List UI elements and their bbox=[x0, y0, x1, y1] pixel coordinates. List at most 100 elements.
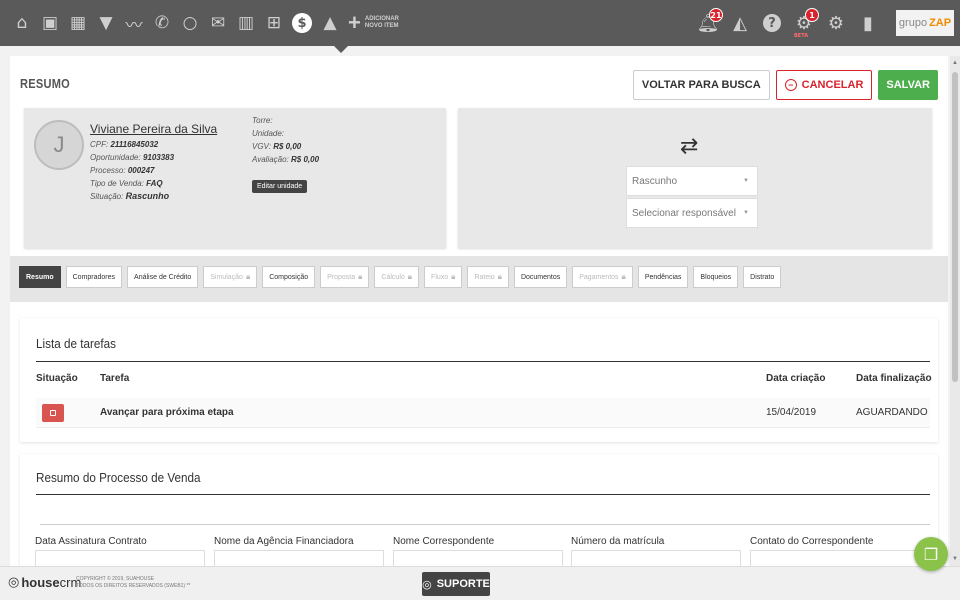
tab-calculo: Cálculo 🔒︎ bbox=[374, 266, 420, 288]
logo-text-1: grupo bbox=[898, 17, 928, 29]
vgv-value: R$ 0,00 bbox=[273, 142, 302, 151]
scroll-up-icon[interactable]: ▲ bbox=[952, 60, 958, 66]
tab-distrato[interactable]: Distrato bbox=[743, 266, 782, 288]
edit-unit-button[interactable]: Editar unidade bbox=[252, 180, 308, 193]
tab-label: Análise de Crédito bbox=[134, 273, 192, 281]
user-avatar-icon[interactable]: ▮ bbox=[855, 10, 881, 36]
tab-label: Fluxo bbox=[431, 273, 449, 281]
gear-icon[interactable]: ⚙ bbox=[823, 10, 849, 36]
top-navbar: ⌂ ▣ ▦ ▼ 〰 ✆ ○ ✉ ▥ ⊞ $ ▲ + ADICIONAR NOVO… bbox=[0, 0, 960, 46]
opportunity-label: Oportunidade: bbox=[90, 153, 141, 162]
chat-widget-button[interactable]: ❐ bbox=[914, 537, 948, 571]
tab-bloqueios[interactable]: Bloqueios bbox=[693, 266, 739, 288]
tab-rateio: Rateio 🔒︎ bbox=[467, 266, 509, 288]
cpf-label: CPF: bbox=[90, 140, 109, 149]
megaphone-icon[interactable]: ◭ bbox=[727, 10, 753, 36]
registration-number-field[interactable] bbox=[571, 550, 741, 566]
evaluation-label: Avaliação: bbox=[252, 155, 289, 164]
chat-bubble-icon: ❐ bbox=[923, 544, 939, 564]
mail-icon[interactable]: ✉ bbox=[206, 11, 230, 35]
unit-info: Torre: Unidade: VGV: R$ 0,00 Avaliação: … bbox=[252, 114, 319, 166]
correspondent-name-field[interactable] bbox=[393, 550, 563, 566]
task-finished-status: AGUARDANDO bbox=[856, 407, 928, 418]
tab-simulacao: Simulação 🔒︎ bbox=[203, 266, 258, 288]
avatar: J bbox=[34, 120, 84, 170]
tab-label: Composição bbox=[269, 273, 309, 281]
building-icon[interactable]: ▥ bbox=[234, 11, 258, 35]
footer: ◎ house crm COPYRIGHT © 2019, SUAHOUSE TOD… bbox=[0, 566, 960, 600]
responsible-placeholder: Selecionar responsável bbox=[632, 207, 736, 219]
vgv-label: VGV: bbox=[252, 142, 271, 151]
scroll-down-icon[interactable]: ▼ bbox=[952, 556, 958, 562]
tab-analise-de-credito[interactable]: Análise de Crédito bbox=[127, 266, 199, 288]
evaluation-value: R$ 0,00 bbox=[291, 155, 320, 164]
tab-composicao[interactable]: Composição bbox=[262, 266, 316, 288]
action-buttons: VOLTAR PARA BUSCA − CANCELAR SALVAR bbox=[632, 70, 938, 100]
notifications-bell-icon[interactable]: 🔔︎ 21 bbox=[695, 8, 723, 36]
minus-circle-icon: − bbox=[784, 79, 797, 91]
id-card-icon[interactable]: ▣ bbox=[38, 11, 62, 35]
task-created-date: 15/04/2019 bbox=[766, 407, 817, 418]
grid-icon[interactable]: ⊞ bbox=[262, 11, 286, 35]
save-button[interactable]: SALVAR bbox=[878, 70, 938, 100]
tab-label: Documentos bbox=[520, 273, 561, 281]
correspondent-contact-field[interactable] bbox=[750, 550, 920, 566]
page-title: RESUMO bbox=[20, 76, 71, 91]
dollar-icon[interactable]: $ bbox=[290, 11, 314, 35]
cancel-button[interactable]: − CANCELAR bbox=[775, 70, 873, 100]
task-status-button[interactable] bbox=[42, 404, 64, 422]
brand-logo: grupo ZAP bbox=[896, 10, 954, 36]
tab-label: Distrato bbox=[750, 273, 775, 281]
back-to-search-button[interactable]: VOLTAR PARA BUSCA bbox=[632, 70, 770, 100]
tab-resumo[interactable]: Resumo bbox=[19, 266, 61, 288]
divider bbox=[36, 361, 930, 362]
beta-settings-icon[interactable]: ⚙ 1 BETA bbox=[791, 8, 819, 39]
tab-label: Pendências bbox=[644, 273, 682, 281]
chart-icon[interactable]: 〰 bbox=[122, 11, 146, 36]
notifications-badge: 21 bbox=[709, 8, 723, 22]
divider bbox=[36, 494, 930, 495]
task-list-panel: Lista de tarefas Situação Tarefa Data cr… bbox=[20, 318, 938, 442]
chat-icon[interactable]: ○ bbox=[178, 11, 202, 35]
vertical-scrollbar[interactable]: ▲ ▼ bbox=[950, 56, 960, 566]
support-label: SUPORTE bbox=[436, 578, 490, 590]
agency-name-field[interactable] bbox=[214, 550, 384, 566]
cancel-label: CANCELAR bbox=[801, 79, 864, 91]
add-new-item-button[interactable]: + ADICIONAR NOVO ITEM bbox=[348, 10, 399, 36]
support-button[interactable]: ◎ SUPORTE bbox=[422, 572, 490, 596]
correspondent-name-label: Nome Correspondente bbox=[393, 536, 495, 547]
client-name-link[interactable]: Viviane Pereira da Silva bbox=[90, 122, 217, 136]
responsible-select[interactable]: Selecionar responsável ▼ bbox=[626, 198, 758, 228]
client-card: J Viviane Pereira da Silva CPF: 21116845… bbox=[24, 108, 446, 248]
tab-label: Simulação bbox=[210, 273, 243, 281]
logo-text-2: ZAP bbox=[929, 17, 952, 29]
task-list-title: Lista de tarefas bbox=[36, 336, 117, 351]
housecrm-logo: ◎ house crm bbox=[8, 575, 81, 590]
tab-label: Bloqueios bbox=[700, 273, 732, 281]
calendar-icon[interactable]: ▦ bbox=[66, 11, 90, 35]
unit-label: Unidade: bbox=[252, 129, 285, 138]
swap-arrows-icon: ⇄ bbox=[680, 134, 699, 159]
tab-pendencias[interactable]: Pendências bbox=[637, 266, 689, 288]
divider bbox=[40, 524, 930, 525]
col-status-header: Situação bbox=[36, 373, 78, 384]
home-icon[interactable]: ⌂ bbox=[10, 11, 34, 35]
tab-label: Compradores bbox=[72, 273, 116, 281]
phone-icon[interactable]: ✆ bbox=[150, 11, 174, 35]
contract-date-field[interactable] bbox=[35, 550, 205, 566]
help-icon[interactable]: ? bbox=[759, 10, 785, 36]
graduation-icon[interactable]: ▲ bbox=[318, 11, 342, 35]
tab-pagamentos: Pagamentos 🔒︎ bbox=[572, 266, 633, 288]
tab-documentos[interactable]: Documentos bbox=[513, 266, 568, 288]
status-label: Situação: bbox=[90, 192, 124, 201]
status-value: Rascunho bbox=[125, 191, 170, 201]
status-select[interactable]: Rascunho ▼ bbox=[626, 166, 758, 196]
active-nav-caret bbox=[334, 46, 348, 53]
caret-down-icon: ▼ bbox=[743, 178, 749, 184]
agency-name-label: Nome da Agência Financiadora bbox=[214, 536, 354, 547]
tab-compradores[interactable]: Compradores bbox=[65, 266, 123, 288]
copyright-line-2: TODOS OS DIREITOS RESERVADOS (SWEB1) ** bbox=[76, 583, 191, 589]
filter-icon[interactable]: ▼ bbox=[94, 11, 118, 35]
scrollbar-thumb[interactable] bbox=[952, 72, 958, 382]
sale-type-label: Tipo de Venda: bbox=[90, 179, 144, 188]
